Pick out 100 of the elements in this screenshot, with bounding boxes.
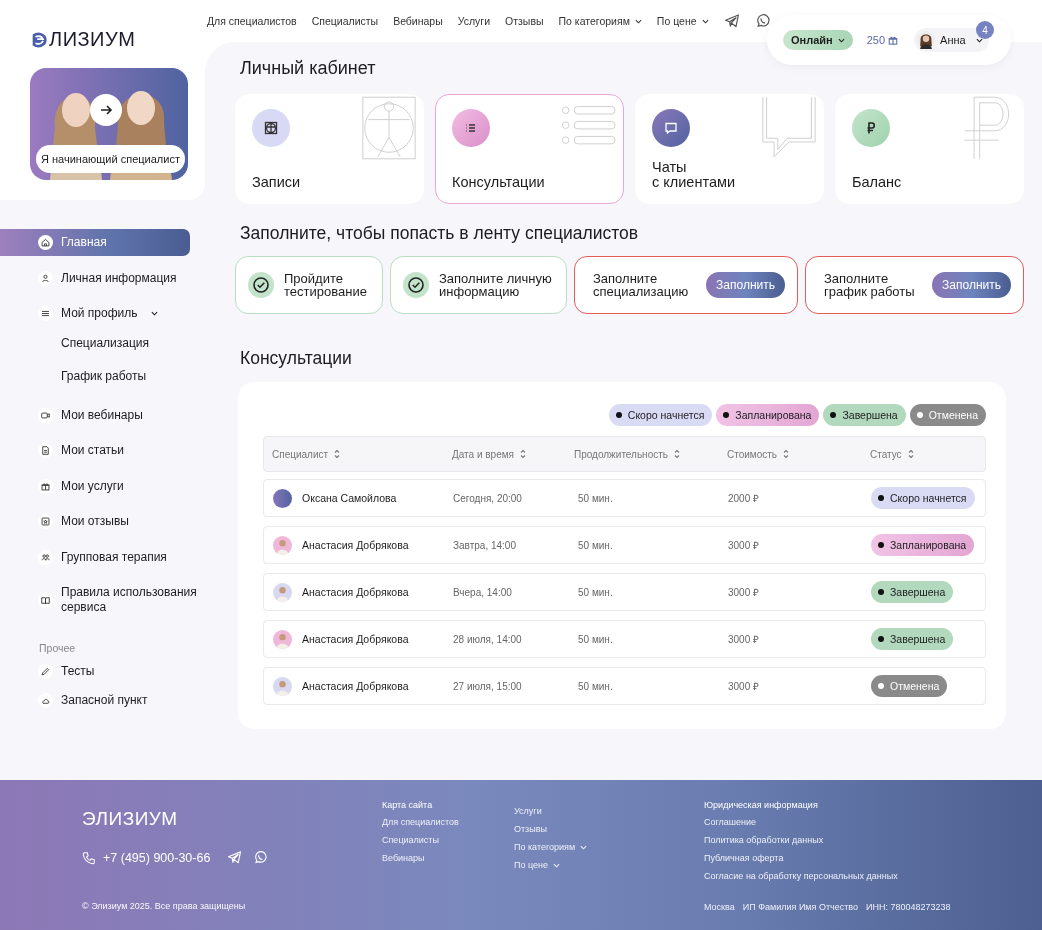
sidebar-item[interactable]: Тесты	[0, 657, 205, 685]
table-cell-text: 50 мин.	[577, 633, 613, 645]
table-cell-text: 3000 ₽	[728, 680, 760, 693]
figure-icon	[252, 109, 290, 147]
avatar	[273, 676, 292, 696]
doc-icon	[40, 445, 51, 456]
fill-button[interactable]: Заполнить	[932, 272, 1011, 298]
sidebar-item[interactable]: Мои вебинары	[0, 401, 205, 429]
sidebar-item[interactable]: Мои отзывы	[0, 508, 205, 535]
sidebar-item[interactable]: Мои услуги	[0, 472, 205, 500]
whatsapp-icon[interactable]	[253, 850, 269, 865]
nav-link[interactable]: Услуги	[457, 15, 491, 27]
user-icon	[40, 272, 51, 284]
footer-heading: Юридическая информация	[704, 800, 819, 810]
sidebar-item[interactable]: Групповая терапия	[0, 543, 205, 571]
footer-heading: Карта сайта	[382, 800, 434, 810]
sidebar-item[interactable]: Личная информация	[0, 264, 205, 292]
table-cell-text: 50 мин.	[577, 680, 613, 692]
phone-number[interactable]: +7 (495) 900-30-66	[103, 850, 211, 865]
table-cell-text: 2000 ₽	[728, 492, 760, 505]
ruble-icon	[852, 109, 890, 147]
section-card[interactable]: Чаты с клиентами	[635, 94, 824, 204]
nav-link[interactable]: Специалисты	[311, 15, 379, 27]
sort-icon[interactable]	[334, 449, 341, 459]
task-text: Заполните специализацию	[593, 272, 689, 298]
table-row[interactable]: Анастасия Добрякова Вчера, 14:00 50 мин. 3000 ₽ Завершена	[263, 573, 986, 611]
footer-link[interactable]: Политика обработки данных	[704, 835, 951, 845]
specialist-name: Анастасия Добрякова	[302, 633, 409, 645]
telegram-icon[interactable]	[723, 13, 740, 29]
sidebar-item[interactable]: Правила использования сервиса	[0, 579, 205, 621]
nav-link[interactable]: Вебинары	[393, 15, 443, 27]
book-icon	[40, 594, 51, 606]
table-cell: 27 июля, 15:00	[453, 680, 522, 692]
footer-logo[interactable]: ЭЛИЗИУМ	[82, 808, 382, 830]
chat-icon	[652, 109, 690, 147]
avatar	[273, 582, 292, 602]
copyright-text: © Элизиум 2025. Все права защищены	[82, 901, 247, 911]
avatar	[273, 535, 292, 555]
status-badge: Скоро начнется	[608, 404, 713, 426]
nav-link[interactable]: Отзывы	[505, 15, 544, 27]
footer-link[interactable]: Согласие на обработку персональных данных	[704, 871, 951, 881]
video-icon	[40, 409, 51, 421]
vitruvian-figure-drawing	[361, 95, 417, 161]
status-badge: Запланирована	[716, 404, 820, 426]
status-badge: Отменена	[871, 675, 948, 697]
status-dropdown[interactable]: Онлайн	[783, 30, 853, 50]
section-title: Заполните, чтобы попасть в ленту специалистов	[240, 223, 639, 244]
footer-link[interactable]: Соглашение	[704, 817, 951, 827]
section-card[interactable]: Баланс	[835, 94, 1024, 204]
table-row[interactable]: Анастасия Добрякова 28 июля, 14:00 50 мин. 3000 ₽ Завершена	[263, 620, 986, 658]
table-cell: Вчера, 14:00	[453, 586, 512, 598]
sidebar-item[interactable]: Запасной пункт	[0, 686, 205, 714]
section-title: Консультации	[240, 348, 353, 369]
gift-icon	[887, 34, 900, 46]
footer-link[interactable]: Публичная оферта	[704, 853, 951, 863]
whatsapp-icon[interactable]	[754, 13, 771, 29]
task-text: Заполните личную информацию	[439, 272, 552, 298]
table-cell: Завтра, 14:00	[453, 539, 516, 551]
table-cell-text: 3000 ₽	[728, 633, 760, 646]
table-row[interactable]: Анастасия Добрякова 27 июля, 15:00 50 мин. 3000 ₽ Отменена	[263, 667, 986, 705]
section-card[interactable]: Записи	[235, 94, 424, 204]
sort-icon[interactable]	[907, 449, 914, 459]
gift-icon	[40, 480, 51, 492]
nav-link[interactable]: По категориям	[558, 15, 642, 27]
nav-link[interactable]: Для специалистов	[207, 15, 297, 27]
company-detail: ИП Фамилия Имя Отчество	[742, 902, 859, 912]
specialist-name: Анастасия Добрякова	[302, 586, 409, 598]
sidebar-item[interactable]: Мои статьи	[0, 437, 205, 464]
check-icon	[403, 272, 429, 298]
sort-icon[interactable]	[520, 449, 526, 459]
table-row[interactable]: Анастасия Добрякова Завтра, 14:00 50 мин. 3000 ₽ Запланирована	[263, 526, 986, 564]
section-card[interactable]: Консультации	[435, 94, 624, 204]
logo-icon[interactable]	[30, 30, 48, 49]
pen-icon	[40, 665, 51, 677]
status-badge: Завершена	[871, 628, 954, 650]
status-badge: Скоро начнется	[871, 487, 975, 509]
specialist-name: Оксана Самойлова	[302, 492, 397, 504]
notification-badge: 4	[976, 21, 994, 39]
sidebar-item[interactable]: Главная	[0, 229, 190, 256]
sort-icon[interactable]	[674, 449, 680, 459]
status-badge: Запланирована	[871, 534, 975, 556]
specialist-name: Анастасия Добрякова	[302, 680, 409, 692]
fill-button[interactable]: Заполнить	[706, 272, 785, 298]
sidebar-item[interactable]: Мой профиль	[0, 300, 205, 327]
column-header: Статус	[870, 448, 902, 460]
table-cell-text: 3000 ₽	[728, 539, 760, 552]
column-header: Специалист	[272, 448, 329, 460]
nav-link[interactable]: По цене	[656, 15, 709, 27]
sort-icon[interactable]	[783, 449, 790, 459]
beginner-specialist-button[interactable]: Я начинающий специалист	[36, 145, 185, 173]
home-icon	[40, 237, 51, 248]
company-detail: Москва	[704, 902, 735, 912]
table-cell-text: 50 мин.	[577, 586, 613, 598]
table-row[interactable]: Оксана Самойлова Сегодня, 20:00 50 мин. 2000 ₽ Скоро начнется	[263, 479, 986, 517]
status-badge: Отменена	[909, 404, 986, 426]
logo-text[interactable]: ЛИЗИУМ	[49, 28, 136, 51]
sidebar-subitem[interactable]: Специализация	[0, 335, 205, 351]
sidebar-subitem[interactable]: График работы	[0, 368, 205, 384]
group-icon	[40, 551, 51, 563]
table-cell-text: 50 мин.	[577, 539, 613, 551]
